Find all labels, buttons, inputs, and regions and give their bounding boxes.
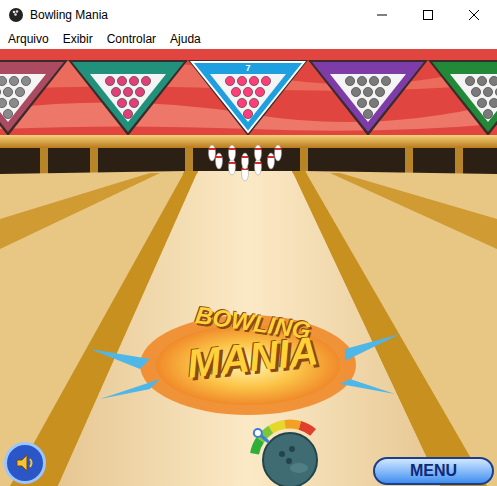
bowling-ball-icon[interactable] [263,433,317,486]
maximize-button[interactable] [405,0,451,30]
banner: 7 [0,49,497,139]
center-lane [58,171,440,486]
app-window: Bowling Mania ArquivoExibirControlarAjuda… [0,0,497,486]
close-icon [469,10,479,20]
rack-number: 7 [245,63,250,73]
bowling-lane-scene: 7 [0,49,497,486]
pin-rack: 7 [188,60,308,136]
menu-item[interactable]: Exibir [56,30,100,49]
menu-item[interactable]: Controlar [100,30,163,49]
logo-line-2: MANIA [186,330,321,383]
close-button[interactable] [451,0,497,30]
window-title: Bowling Mania [30,6,108,24]
menu-item[interactable]: Ajuda [163,30,208,49]
speaker-icon [13,451,37,475]
pin-rack [68,60,188,136]
minimize-icon [377,10,387,20]
sound-button[interactable] [4,442,46,484]
pin-rack [0,60,68,136]
title-bar: Bowling Mania [0,0,497,30]
app-icon [8,7,24,23]
minimize-button[interactable] [359,0,405,30]
maximize-icon [423,10,433,20]
pin-deck-beam [0,135,497,148]
menu-bar: ArquivoExibirControlarAjuda [0,30,497,49]
logo: BOWLINGMANIA [178,311,328,377]
menu-item[interactable]: Arquivo [1,30,56,49]
game-area[interactable]: 7 BOWLINGMANIA MENU [0,49,497,486]
menu-button[interactable]: MENU [373,457,494,485]
pin-rack [308,60,428,136]
pin-rack [428,60,497,136]
power-gauge [254,424,317,486]
pins [209,145,282,181]
